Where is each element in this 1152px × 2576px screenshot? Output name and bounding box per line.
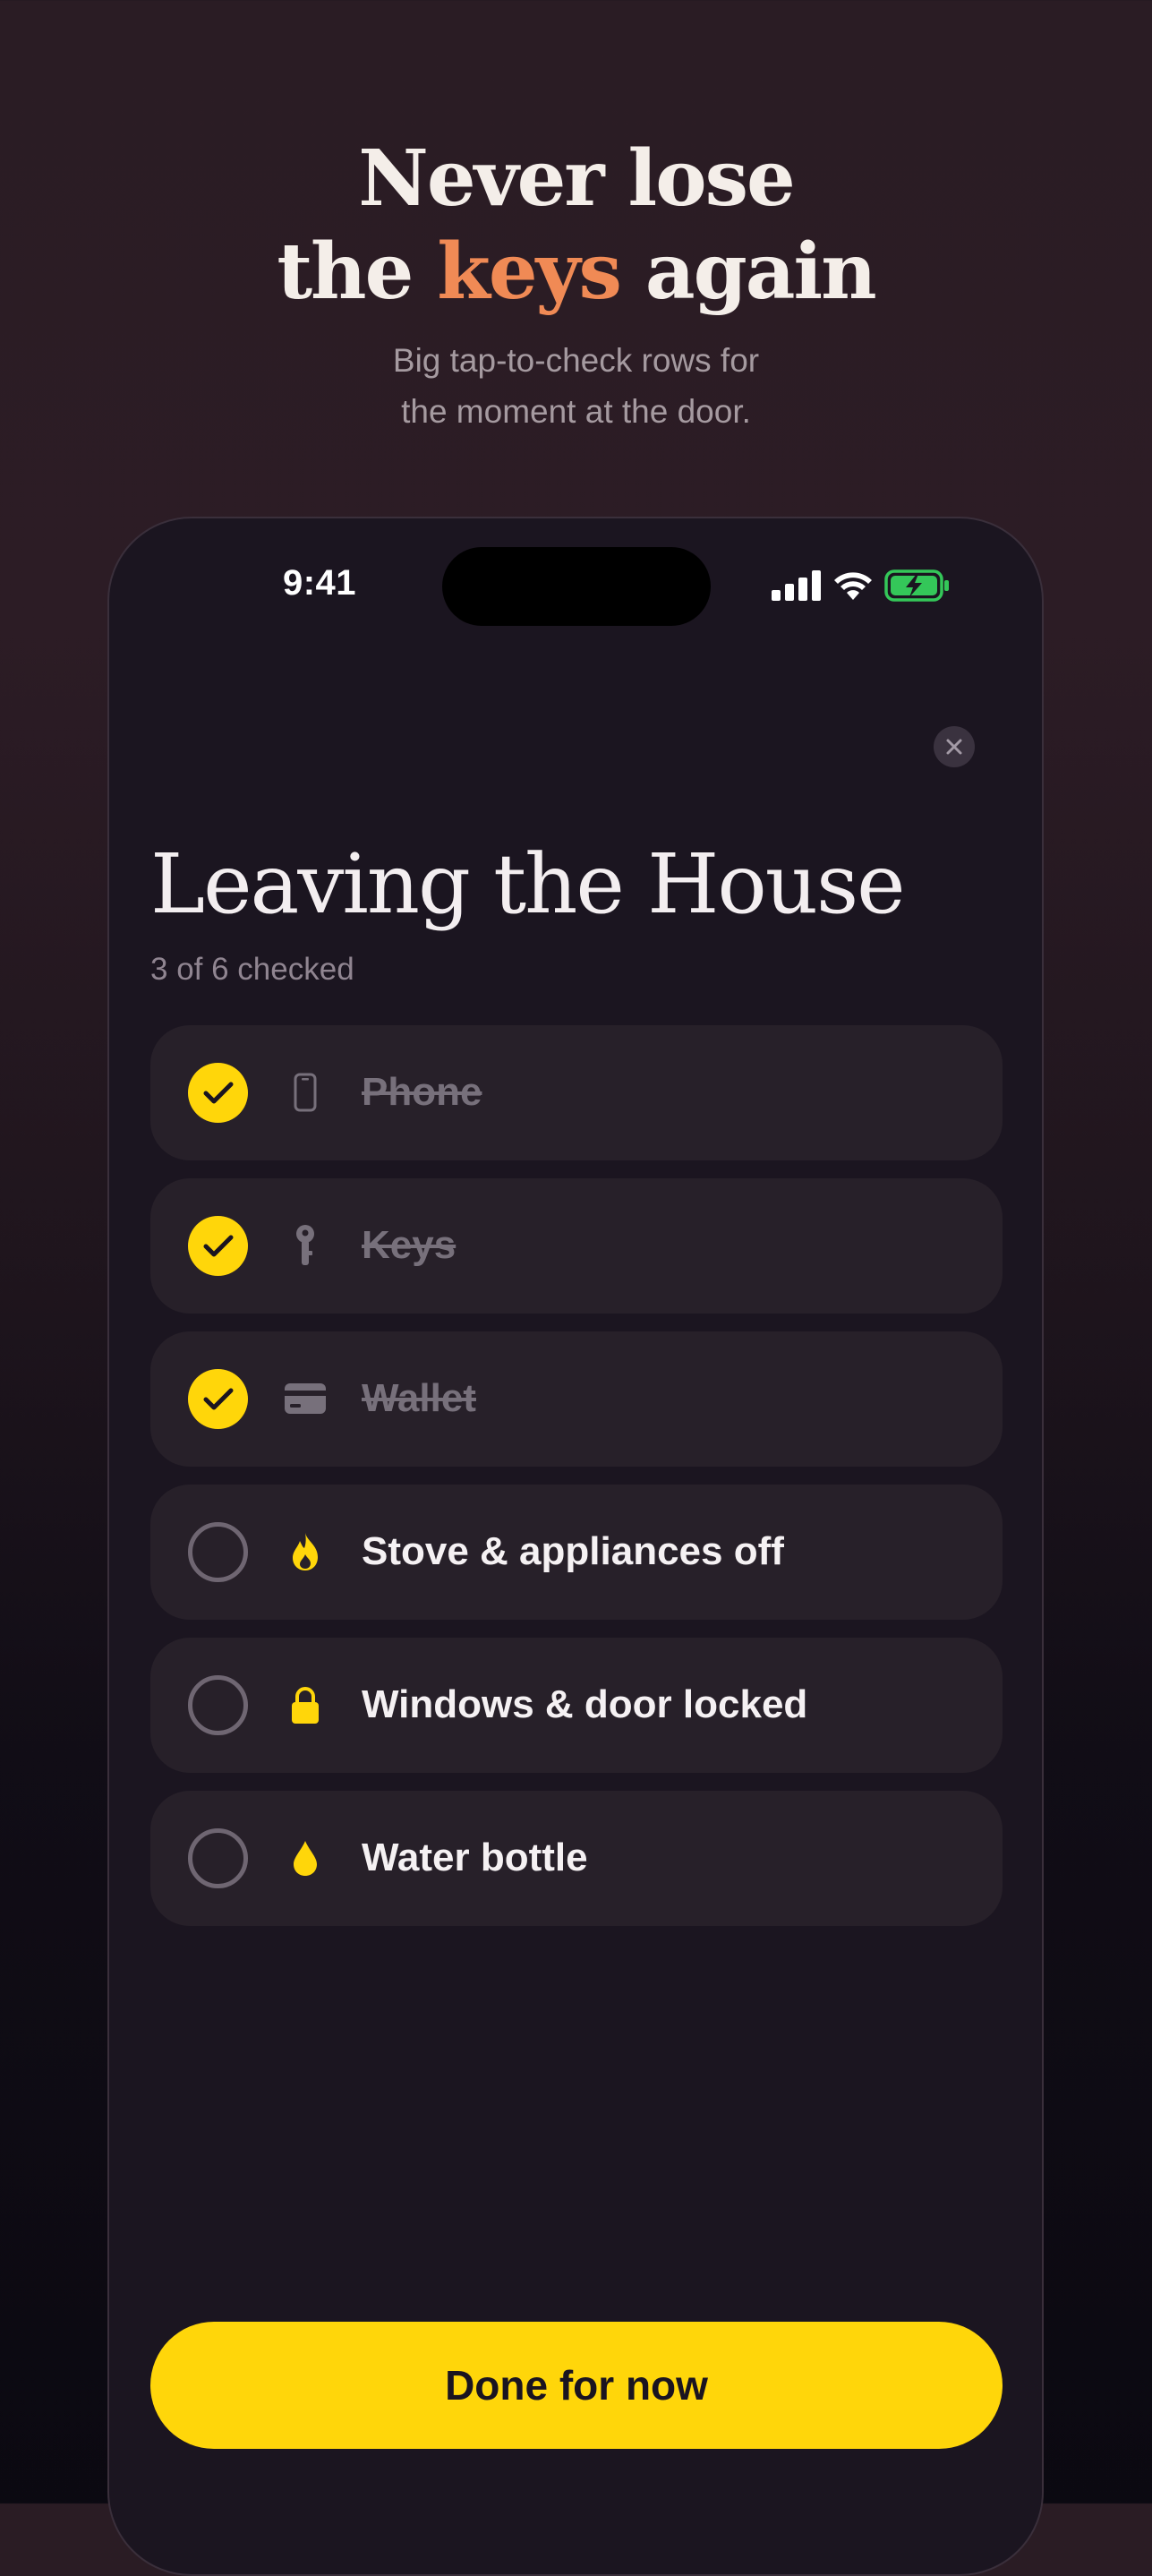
water-drop-icon — [283, 1836, 328, 1880]
checkmark-icon — [203, 1235, 233, 1256]
status-icons — [772, 568, 951, 603]
checkbox-unchecked[interactable] — [188, 1828, 248, 1888]
wifi-icon — [834, 572, 872, 600]
checklist-item-phone[interactable]: Phone — [150, 1025, 1003, 1160]
phone-frame: 9:41 Leaving the House 3 of 6 checked Ph… — [107, 517, 1044, 2576]
checklist-item-stove[interactable]: Stove & appliances off — [150, 1485, 1003, 1620]
phone-icon — [283, 1070, 328, 1115]
done-for-now-button[interactable]: Done for now — [150, 2322, 1003, 2449]
lock-icon — [283, 1682, 328, 1727]
status-time: 9:41 — [282, 563, 357, 603]
checklist-items: Phone Keys Wallet Stove & appliances off… — [150, 1025, 1003, 1944]
checklist-item-keys[interactable]: Keys — [150, 1178, 1003, 1314]
hero-subtitle: Big tap-to-check rows for the moment at … — [0, 335, 1152, 437]
checklist-item-wallet[interactable]: Wallet — [150, 1331, 1003, 1467]
item-label: Keys — [362, 1223, 457, 1267]
checkbox-checked[interactable] — [188, 1216, 248, 1276]
hero-title-prefix: the — [277, 227, 414, 317]
dynamic-island — [442, 547, 711, 626]
checkbox-checked[interactable] — [188, 1369, 248, 1429]
checkbox-unchecked[interactable] — [188, 1675, 248, 1735]
hero-title-suffix: again — [644, 227, 877, 317]
hero-title: Never lose the keys again — [0, 133, 1152, 319]
hero-title-line1: Never lose — [358, 133, 795, 224]
close-icon — [946, 739, 962, 755]
checklist-item-windows-door[interactable]: Windows & door locked — [150, 1638, 1003, 1773]
flame-icon — [283, 1529, 328, 1574]
item-label: Water bottle — [362, 1836, 588, 1879]
checkbox-unchecked[interactable] — [188, 1522, 248, 1582]
item-label: Windows & door locked — [362, 1682, 808, 1726]
hero-subtitle-line1: Big tap-to-check rows for — [392, 342, 760, 379]
wallet-card-icon — [283, 1376, 328, 1421]
checklist-progress: 3 of 6 checked — [150, 952, 354, 987]
hero-title-accent: keys — [437, 227, 622, 317]
checkbox-checked[interactable] — [188, 1063, 248, 1123]
checklist-item-water-bottle[interactable]: Water bottle — [150, 1791, 1003, 1926]
checklist-title: Leaving the House — [150, 836, 906, 932]
item-label: Wallet — [362, 1376, 476, 1420]
close-button[interactable] — [934, 726, 975, 767]
checkmark-icon — [203, 1388, 233, 1409]
item-label: Phone — [362, 1070, 482, 1114]
hero-subtitle-line2: the moment at the door. — [401, 393, 751, 430]
item-label: Stove & appliances off — [362, 1529, 784, 1573]
checkmark-icon — [203, 1082, 233, 1103]
signal-icon — [772, 570, 821, 601]
key-icon — [283, 1223, 328, 1268]
battery-charging-icon — [884, 569, 949, 602]
